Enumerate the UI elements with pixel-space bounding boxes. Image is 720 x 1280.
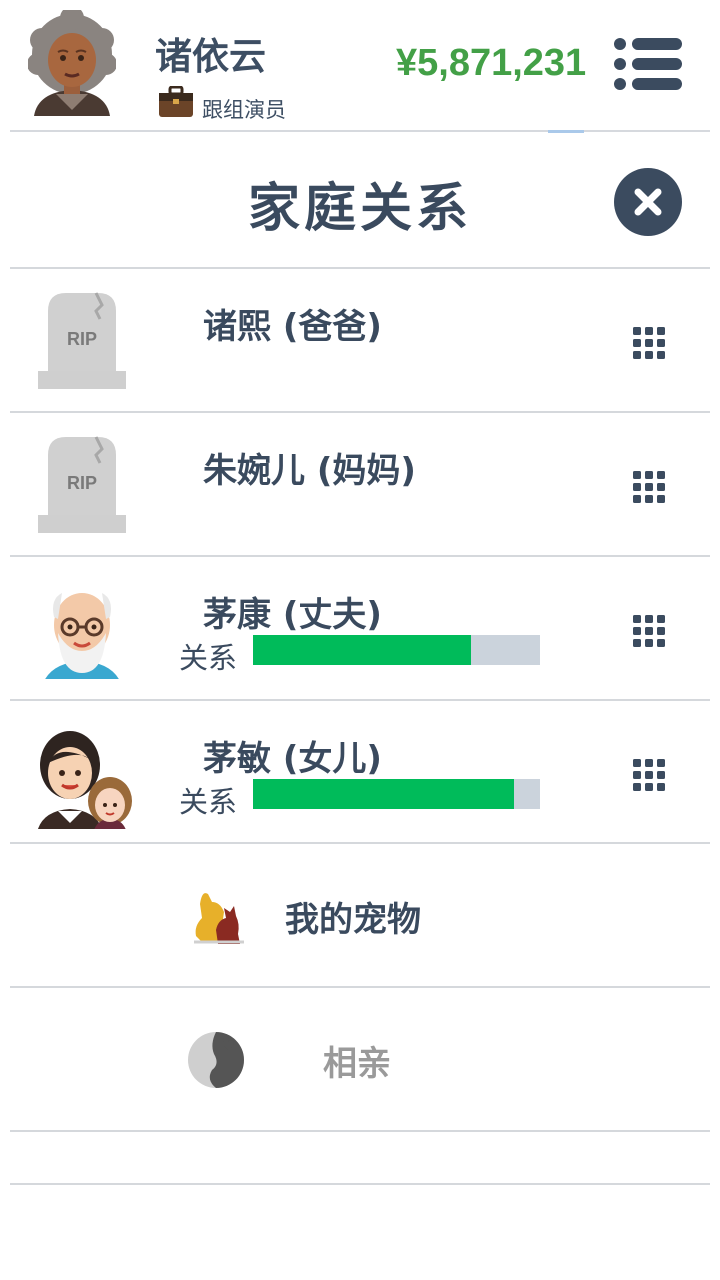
dating-label: 相亲 — [323, 1044, 391, 1084]
header: 诸依云 跟组演员 ¥5,871,231 — [0, 0, 720, 133]
job-label: 跟组演员 — [202, 98, 286, 122]
relative-row-daughter[interactable]: 茅敏 (女儿) 关系 — [10, 701, 710, 843]
relation-bar — [253, 635, 540, 665]
page-title: 家庭关系 — [247, 179, 472, 239]
scroll-indicator — [548, 130, 584, 133]
rip-text: RIP — [67, 329, 97, 349]
relative-name: 朱婉儿 (妈妈) — [203, 451, 416, 491]
relation-label: 关系 — [179, 785, 238, 819]
relative-row-father[interactable]: RIP 诸熙 (爸爸) — [10, 269, 710, 411]
grid-menu-icon[interactable] — [632, 614, 666, 648]
grid-menu-icon[interactable] — [632, 758, 666, 792]
relation-bar-fill — [253, 779, 515, 809]
relative-name: 茅康 (丈夫) — [203, 595, 382, 635]
player-name: 诸依云 — [155, 35, 266, 78]
old-woman-avatar-icon[interactable] — [27, 6, 117, 118]
money-balance: ¥5,871,231 — [396, 42, 587, 84]
divider — [10, 1183, 710, 1185]
tombstone-icon: RIP — [36, 289, 128, 391]
grid-menu-icon[interactable] — [632, 326, 666, 360]
close-button[interactable] — [614, 168, 682, 236]
grid-menu-icon[interactable] — [632, 470, 666, 504]
header-divider — [10, 130, 710, 132]
relative-name: 茅敏 (女儿) — [203, 739, 382, 779]
pets-label: 我的宠物 — [285, 900, 421, 940]
close-icon — [634, 188, 662, 216]
relation-label: 关系 — [179, 641, 238, 675]
relative-name: 诸熙 (爸爸) — [203, 307, 382, 347]
old-man-avatar-icon — [36, 577, 128, 695]
relative-row-husband[interactable]: 茅康 (丈夫) 关系 — [10, 557, 710, 699]
briefcase-icon — [158, 85, 194, 118]
relation-bar — [253, 779, 540, 809]
pets-button[interactable]: 我的宠物 — [10, 844, 710, 986]
dating-button[interactable]: 相亲 — [10, 988, 710, 1130]
relative-row-mother[interactable]: RIP 朱婉儿 (妈妈) — [10, 413, 710, 555]
dating-icon — [186, 1030, 246, 1090]
divider — [10, 1130, 710, 1132]
tombstone-icon: RIP — [36, 433, 128, 535]
pets-icon — [188, 886, 248, 946]
mother-daughter-avatar-icon — [36, 721, 132, 829]
list-menu-icon[interactable] — [612, 36, 684, 92]
rip-text: RIP — [67, 473, 97, 493]
relation-bar-fill — [253, 635, 472, 665]
